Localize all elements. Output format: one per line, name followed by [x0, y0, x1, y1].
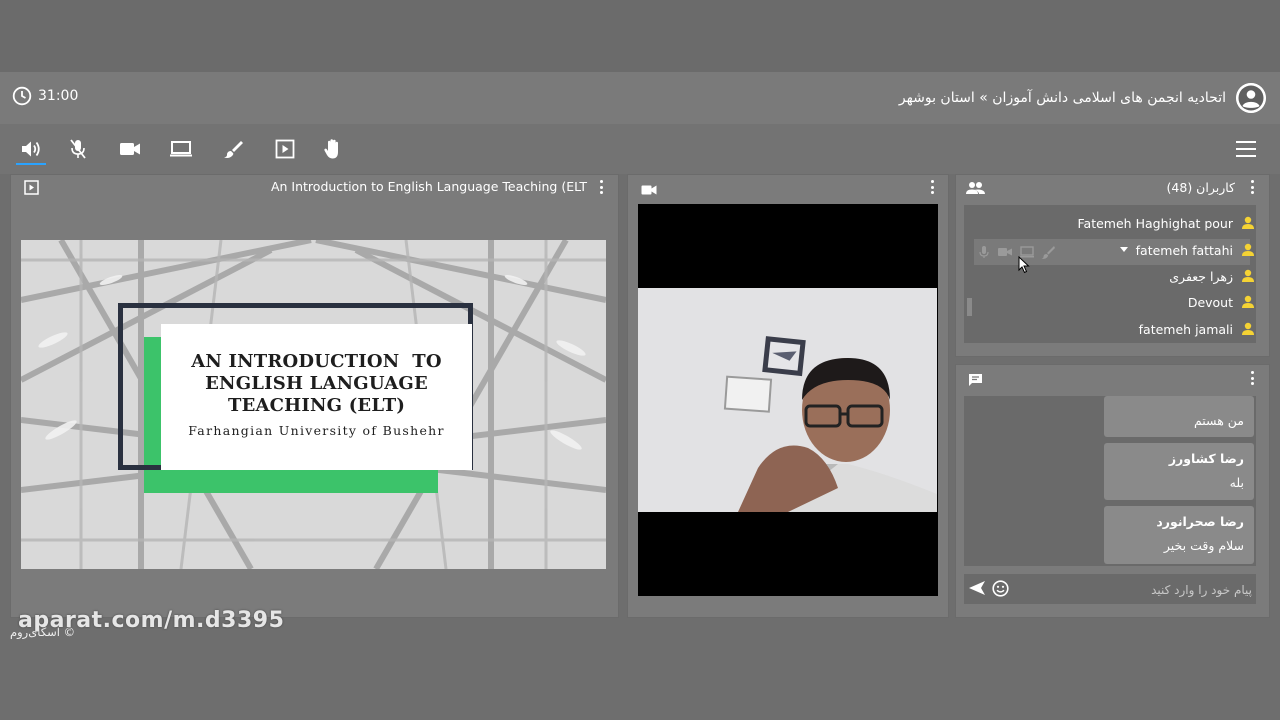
user-row[interactable]: Devout	[1188, 291, 1255, 313]
user-avatar-icon	[1236, 83, 1266, 113]
chat-message: رضا صحرانورد سلام وقت بخیر	[1104, 506, 1254, 564]
chat-message-text: من هستم	[1193, 413, 1244, 428]
video-menu-icon[interactable]	[930, 180, 934, 194]
raise-hand-icon	[324, 139, 338, 159]
user-name: Devout	[1187, 294, 1233, 310]
brush-icon[interactable]	[1041, 245, 1055, 259]
camera-button[interactable]	[115, 135, 145, 163]
users-panel-icon	[966, 180, 985, 199]
dropdown-caret-icon[interactable]	[1119, 247, 1128, 253]
presentation-title: An Introduction to English Language Teac…	[270, 179, 587, 194]
chat-message-sender: رضا کشاورز	[1168, 451, 1244, 466]
chat-icon	[969, 374, 982, 386]
presentation-panel-icon	[24, 180, 39, 199]
slide-heading-line-2: ENGLISH LANGUAGE	[205, 373, 428, 394]
presentation-icon	[275, 139, 295, 159]
clock-icon	[12, 86, 32, 106]
user-row[interactable]: زهرا جعفری	[1169, 265, 1255, 287]
screen-share-button[interactable]	[166, 135, 196, 163]
user-name: fatemeh jamali	[1138, 321, 1233, 337]
watermark: aparat.com/m.d3395	[18, 608, 285, 633]
mic-icon[interactable]	[977, 245, 991, 259]
chat-message-sender: رضا صحرانورد	[1156, 514, 1244, 529]
send-icon	[969, 581, 985, 595]
user-row[interactable]: Fatemeh Haghighat pour	[1078, 212, 1255, 234]
screen-share-icon	[170, 141, 192, 157]
speaker-icon	[22, 141, 40, 157]
user-icon	[1242, 269, 1254, 282]
user-row[interactable]: fatemeh jamali	[1139, 318, 1255, 340]
presentation-menu-icon[interactable]	[599, 180, 603, 194]
slide-heading: AN INTRODUCTION TO ENGLISH LANGUAGE TEAC…	[161, 351, 472, 417]
user-icon	[1242, 322, 1254, 335]
send-button[interactable]	[968, 580, 986, 600]
top-backdrop	[0, 0, 1280, 72]
avatar[interactable]	[1236, 83, 1266, 113]
webcam-feed	[638, 288, 937, 512]
room-title-area: اتحادیه انجمن های اسلامی دانش آموزان » ا…	[899, 83, 1266, 113]
mic-muted-icon	[70, 139, 86, 159]
slide-subtitle: Farhangian University of Bushehr	[188, 423, 445, 438]
chat-message: من هستم	[1104, 396, 1254, 437]
user-icon	[1242, 243, 1254, 256]
microphone-button[interactable]	[63, 135, 93, 163]
session-timer: 31:00	[12, 86, 78, 106]
user-name: fatemeh fattahi	[1135, 242, 1233, 258]
bottom-backdrop	[0, 648, 1280, 720]
camera-icon[interactable]	[997, 245, 1013, 259]
people-icon	[966, 182, 985, 194]
users-menu-icon[interactable]	[1250, 180, 1254, 194]
menu-button[interactable]	[1236, 141, 1256, 157]
chat-message-text: بله	[1229, 475, 1244, 490]
chat-input[interactable]	[1020, 577, 1254, 603]
whiteboard-button[interactable]	[218, 135, 248, 163]
chat-menu-icon[interactable]	[1250, 371, 1254, 385]
emoji-icon	[992, 580, 1009, 597]
timer-value: 31:00	[38, 88, 79, 104]
slide-title-card: AN INTRODUCTION TO ENGLISH LANGUAGE TEAC…	[161, 324, 472, 470]
webcam-image	[638, 288, 937, 512]
presentation-icon	[24, 180, 39, 195]
video-panel-icon	[641, 181, 657, 200]
presentation-button[interactable]	[270, 135, 300, 163]
mouse-cursor	[1018, 255, 1030, 278]
slide-heading-line-1: AN INTRODUCTION TO	[191, 351, 442, 372]
chat-panel-icon	[968, 372, 983, 391]
user-name: Fatemeh Haghighat pour	[1077, 215, 1233, 231]
slide-heading-line-3: TEACHING (ELT)	[227, 395, 406, 416]
camera-icon	[120, 143, 140, 155]
room-title: اتحادیه انجمن های اسلامی دانش آموزان » ا…	[898, 90, 1226, 106]
users-scrollbar[interactable]	[967, 298, 972, 316]
raise-hand-button[interactable]	[318, 135, 348, 163]
camera-icon	[641, 185, 657, 195]
brush-icon	[224, 141, 243, 158]
user-name: زهرا جعفری	[1169, 268, 1233, 284]
user-icon	[1242, 216, 1254, 229]
chat-message-text: سلام وقت بخیر	[1163, 538, 1244, 553]
user-controls	[977, 245, 1055, 259]
speaker-button[interactable]	[16, 135, 46, 165]
emoji-button[interactable]	[992, 580, 1009, 601]
user-row[interactable]: fatemeh fattahi	[1119, 239, 1255, 261]
cursor-icon	[1018, 255, 1030, 274]
chat-message: رضا کشاورز بله	[1104, 443, 1254, 500]
user-icon	[1242, 295, 1254, 308]
users-title: کاربران (48)	[1166, 180, 1235, 195]
